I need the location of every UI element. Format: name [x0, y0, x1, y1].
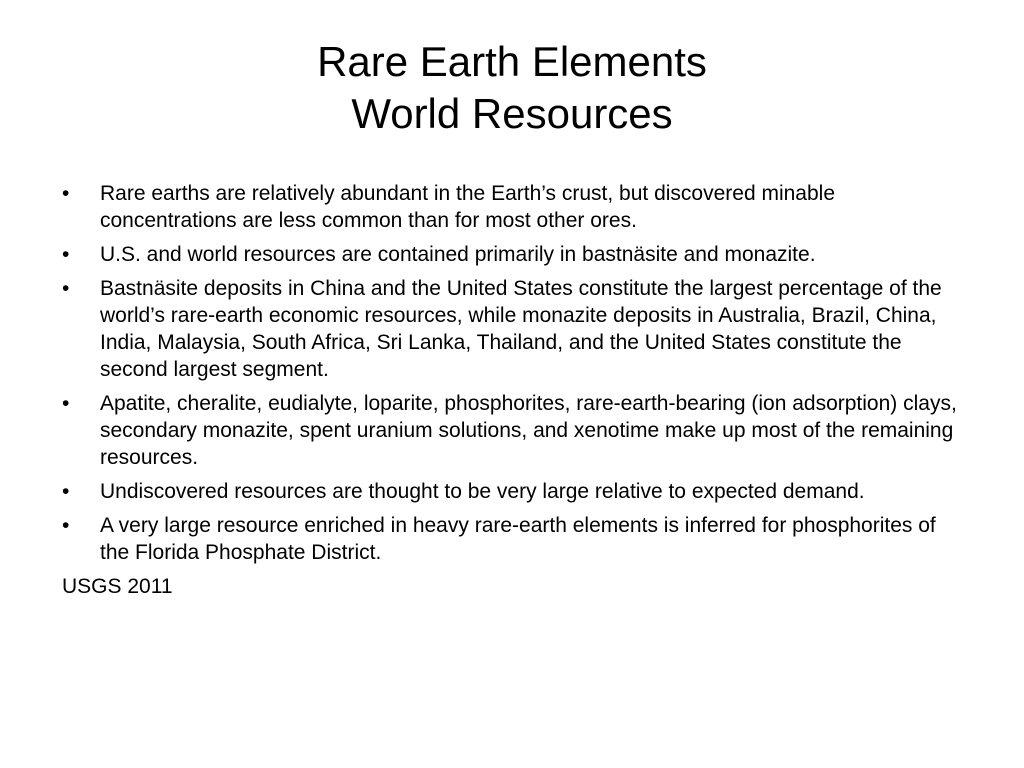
bullet-item-5: • Undiscovered resources are thought to … — [62, 478, 962, 505]
bullet-marker: • — [62, 392, 70, 415]
bullet-marker: • — [62, 277, 70, 300]
bullet-text: U.S. and world resources are contained p… — [100, 243, 816, 266]
title-line-2: World Resources — [351, 90, 673, 137]
bullet-list: • Rare earths are relatively abundant in… — [62, 180, 962, 566]
slide-content: • Rare earths are relatively abundant in… — [62, 180, 962, 600]
bullet-text: Apatite, cheralite, eudialyte, loparite,… — [100, 392, 957, 469]
bullet-item-4: • Apatite, cheralite, eudialyte, loparit… — [62, 390, 962, 471]
source-citation: USGS 2011 — [62, 575, 173, 598]
bullet-text: Rare earths are relatively abundant in t… — [100, 182, 836, 232]
bullet-text: Bastnäsite deposits in China and the Uni… — [100, 277, 942, 381]
slide-title: Rare Earth Elements World Resources — [60, 36, 964, 140]
bullet-text: A very large resource enriched in heavy … — [100, 514, 936, 564]
bullet-marker: • — [62, 243, 70, 266]
bullet-item-3: • Bastnäsite deposits in China and the U… — [62, 275, 962, 383]
bullet-marker: • — [62, 480, 70, 503]
bullet-text: Undiscovered resources are thought to be… — [100, 480, 865, 503]
bullet-item-2: • U.S. and world resources are contained… — [62, 241, 962, 268]
bullet-marker: • — [62, 182, 70, 205]
title-line-1: Rare Earth Elements — [317, 38, 707, 85]
bullet-marker: • — [62, 514, 70, 537]
bullet-item-6: • A very large resource enriched in heav… — [62, 512, 962, 566]
bullet-item-1: • Rare earths are relatively abundant in… — [62, 180, 962, 234]
slide: Rare Earth Elements World Resources • Ra… — [0, 0, 1024, 768]
